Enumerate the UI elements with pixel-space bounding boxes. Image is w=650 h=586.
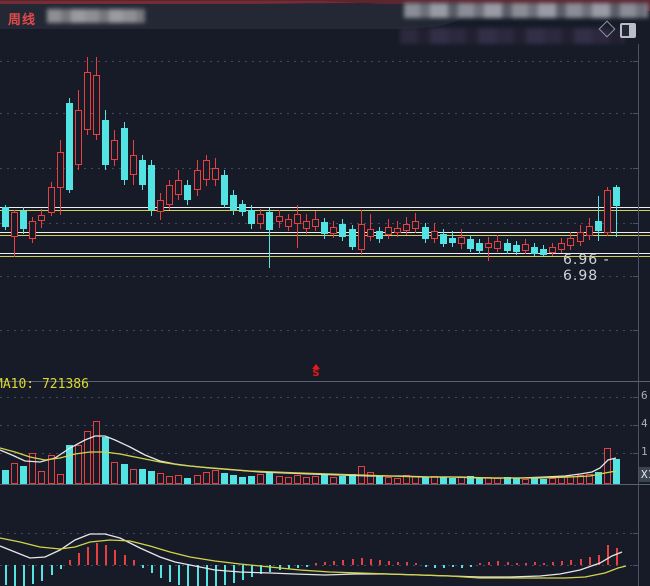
axis-label-fragment: 4: [641, 417, 648, 430]
volume-ma-white-line: [0, 435, 617, 479]
axis-label-fragment: 1: [641, 445, 648, 458]
volume-ma10-yellow-line: [0, 447, 617, 479]
axis-tick: [633, 61, 638, 62]
indicator-lines-layer: [0, 435, 627, 579]
axis-tick: [633, 113, 638, 114]
axis-corner-label[interactable]: X1: [639, 467, 650, 482]
axis-tick: [633, 533, 638, 534]
axis-tick: [633, 565, 638, 566]
macd-dea-yellow-line: [0, 537, 627, 579]
axis-tick: [633, 276, 638, 277]
stock-chart-window: 周线 S MA10: 721386 6.96 - 6.98 6 4 1 X1: [0, 0, 650, 586]
price-level-label: 6.96 - 6.98: [563, 252, 610, 284]
axis-tick: [633, 223, 638, 224]
axis-tick: [633, 425, 638, 426]
axis-tick: [633, 330, 638, 331]
axis-tick: [633, 453, 638, 454]
axis-tick: [633, 168, 638, 169]
axis-tick: [633, 397, 638, 398]
axis-label-fragment: 6: [641, 389, 648, 402]
right-axis-line: [638, 44, 639, 586]
